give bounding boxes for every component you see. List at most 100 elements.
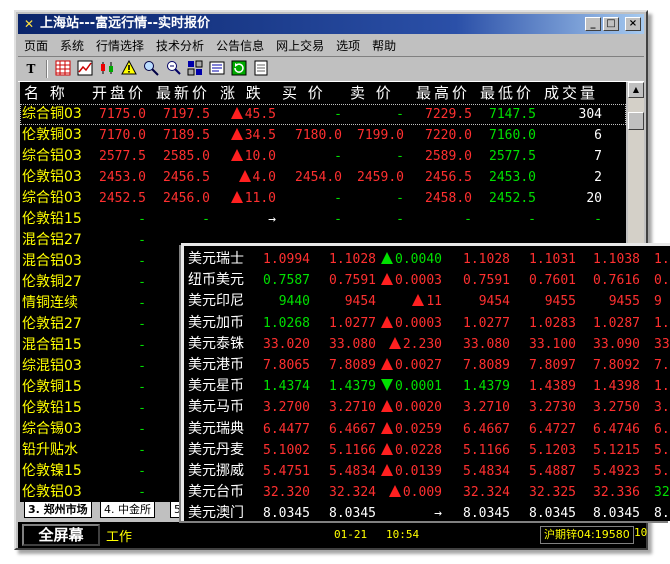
fx-change-value: 0.0020 (395, 400, 442, 416)
column-header[interactable]: 成交量 (544, 82, 598, 104)
fx-pair-name: 美元泰铢 (188, 335, 244, 352)
fx-row[interactable]: 美元马币 3.2700 3.2710 3.2710 3.2730 3.2750 3. 0.00… (184, 397, 670, 418)
table-row[interactable]: 伦敦铜03 7170.0 7189.5 7180.0 7199.0 7220.0 7160.… (20, 125, 626, 146)
fx-cell-d: 33.080 (463, 336, 510, 352)
column-header[interactable]: 卖 价 (350, 82, 394, 104)
zoom-icon[interactable] (164, 60, 182, 78)
cell-open: 7170.0 (99, 128, 146, 143)
fx-cell-g: 5. (654, 464, 670, 479)
fx-row[interactable]: 美元瑞士 1.0994 1.1028 1.1028 1.1031 1.1038 1. 0.00… (184, 249, 670, 270)
fullscreen-button[interactable]: 全屏幕 (22, 524, 100, 546)
refresh-icon[interactable] (230, 60, 248, 78)
cell-ask: - (396, 149, 404, 164)
fx-row[interactable]: 美元泰铢 33.020 33.080 33.080 33.100 33.090 33 2.23… (184, 334, 670, 355)
fx-row[interactable]: 美元瑞典 6.4477 6.4667 6.4667 6.4727 6.4746 6. 0.02… (184, 419, 670, 440)
fx-cell-b: 8.0345 (329, 506, 376, 521)
cell-last: 7189.5 (163, 128, 210, 143)
title-bar[interactable]: ✕ 上海站---富远行情--实时报价 _ □ × (18, 14, 644, 34)
up-arrow-icon (381, 358, 394, 370)
fx-cell-e: 5.4887 (529, 464, 576, 479)
fx-row[interactable]: 美元丹麦 5.1002 5.1166 5.1166 5.1203 5.1215 5. 0.02… (184, 440, 670, 461)
fx-row[interactable]: 美元台币 32.320 32.324 32.324 32.325 32.336 32 0.00… (184, 482, 670, 503)
fx-cell-d: 8.0345 (463, 506, 510, 521)
fx-cell-a: 9440 (278, 294, 310, 310)
fx-cell-g: 7. (654, 358, 670, 373)
fx-pair-name: 美元港币 (188, 357, 244, 373)
fx-row[interactable]: 美元加币 1.0268 1.0277 1.0277 1.0283 1.0287 1. 0.00… (184, 313, 670, 334)
fx-cell-b: 0.7591 (329, 273, 376, 289)
menu-item[interactable]: 系统 (54, 37, 90, 54)
menu-bar: 页面 系统 行情选择 技术分析 公告信息 网上交易 选项 帮助 (18, 35, 644, 55)
menu-item[interactable]: 选项 (330, 37, 366, 54)
column-header[interactable]: 涨 跌 (220, 82, 264, 104)
layout-icon[interactable] (186, 60, 204, 78)
maximize-button[interactable]: □ (603, 17, 619, 31)
column-header[interactable]: 开盘价 (92, 82, 146, 104)
up-arrow-icon (381, 464, 394, 476)
instrument-name: 铅升贴水 (22, 442, 78, 458)
candlestick-icon[interactable] (98, 60, 116, 78)
change-value: 4.0 (252, 170, 276, 185)
cell-ask: 2459.0 (357, 170, 404, 185)
fx-cell-e: 7.8097 (529, 358, 576, 373)
table-row[interactable]: 综合铅03 2452.5 2456.0 - - 2458.0 2452.5 20 11.0 (20, 188, 626, 209)
fx-cell-g: 9 (654, 294, 662, 310)
cell-open: - (138, 359, 146, 374)
cell-open: 2453.0 (99, 170, 146, 185)
fx-cell-g: 3. (654, 400, 670, 416)
fx-row[interactable]: 美元港币 7.8065 7.8089 7.8089 7.8097 7.8092 7. 0.00… (184, 355, 670, 376)
close-button[interactable]: × (625, 17, 641, 31)
text-icon[interactable]: T (22, 60, 40, 78)
fx-row[interactable]: 纽币美元 0.7587 0.7591 0.7591 0.7601 0.7616 0. 0.00… (184, 270, 670, 291)
tab-market[interactable]: 3. 郑州市场 (24, 502, 92, 518)
instrument-name: 混合铝27 (22, 232, 82, 248)
fx-cell-b: 33.080 (329, 336, 376, 352)
fx-cell-change: 0.0139 (381, 461, 442, 482)
cell-ask: - (396, 107, 404, 122)
fx-row[interactable]: 美元挪威 5.4751 5.4834 5.4834 5.4887 5.4923 5. 0.01… (184, 461, 670, 482)
instrument-name: 综混铝03 (22, 358, 82, 374)
fx-cell-g: 32 (654, 485, 670, 501)
table-row[interactable]: 综合铝03 2577.5 2585.0 - - 2589.0 2577.5 7 10.0 (20, 146, 626, 167)
fx-cell-change: 0.0259 (381, 419, 442, 440)
fx-row[interactable]: 美元澳门 8.0345 8.0345 8.0345 8.0345 8.0345 8. → (184, 503, 670, 521)
menu-item[interactable]: 行情选择 (90, 37, 150, 54)
table-row[interactable]: 综合铜03 7175.0 7197.5 - - 7229.5 7147.5 304 45.5 (20, 104, 626, 125)
cell-high: 2456.5 (425, 170, 472, 185)
menu-item[interactable]: 页面 (18, 37, 54, 54)
fx-row[interactable]: 美元星币 1.4374 1.4379 1.4379 1.4389 1.4398 1. 0.00… (184, 376, 670, 397)
line-chart-icon[interactable] (76, 60, 94, 78)
column-header[interactable]: 最高价 (416, 82, 470, 104)
cell-open: - (138, 443, 146, 458)
cell-high: 7229.5 (425, 107, 472, 122)
news-icon[interactable] (208, 60, 226, 78)
tab-market[interactable]: 4. 中金所 (100, 502, 155, 518)
instrument-name: 伦敦铝03 (22, 484, 82, 500)
grid-icon[interactable] (54, 60, 72, 78)
cell-vol: 20 (586, 191, 602, 206)
column-header[interactable]: 最低价 (480, 82, 534, 104)
menu-item[interactable]: 帮助 (366, 37, 402, 54)
fx-row[interactable]: 美元印尼 9440 9454 9454 9455 9455 9 11 (184, 291, 670, 312)
warning-icon[interactable] (120, 59, 138, 78)
fx-cell-e: 9455 (544, 294, 576, 310)
cell-vol: 7 (594, 149, 602, 164)
table-row[interactable]: 伦敦铅15 - - - - - - - → (20, 209, 626, 230)
app-logo-icon: ✕ (23, 17, 35, 31)
scroll-up-icon[interactable]: ▲ (628, 82, 644, 98)
column-header[interactable]: 最新价 (156, 82, 210, 104)
column-header[interactable]: 名 称 (24, 82, 68, 104)
menu-item[interactable]: 公告信息 (210, 37, 270, 54)
scroll-thumb[interactable] (628, 112, 644, 130)
search-icon[interactable] (142, 60, 160, 78)
column-header[interactable]: 买 价 (282, 82, 326, 104)
minimize-button[interactable]: _ (585, 17, 601, 31)
notes-icon[interactable] (252, 60, 270, 78)
table-row[interactable]: 伦敦铝03 2453.0 2456.5 2454.0 2459.0 2456.5 2453.… (20, 167, 626, 188)
fx-change-value: 0.0003 (395, 315, 442, 331)
cell-open: - (138, 401, 146, 416)
up-arrow-icon (230, 149, 243, 161)
menu-item[interactable]: 技术分析 (150, 37, 210, 54)
menu-item[interactable]: 网上交易 (270, 37, 330, 54)
status-date: 01-21 (334, 528, 368, 541)
